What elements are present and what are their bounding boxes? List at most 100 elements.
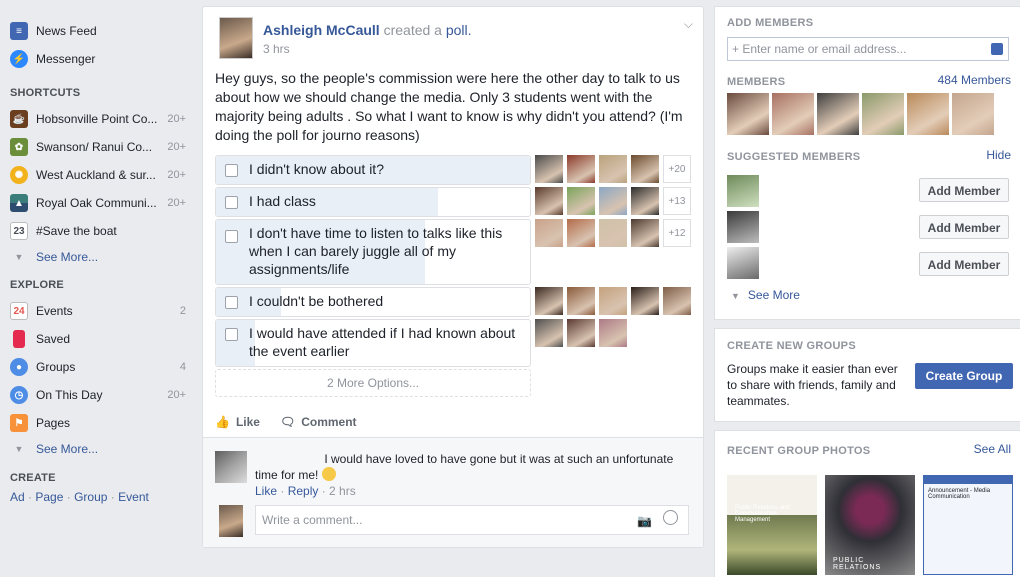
create-heading: CREATE — [10, 472, 56, 484]
member-photos — [727, 93, 994, 135]
create-page-link[interactable]: Page — [35, 490, 63, 504]
voter-avatar[interactable] — [567, 187, 595, 215]
voter-avatar[interactable] — [535, 155, 563, 183]
shortcut-swanson[interactable]: ✿ Swanson/ Ranui Co... 20+ — [10, 136, 186, 158]
members-heading: MEMBERS — [727, 76, 786, 88]
poll-checkbox[interactable] — [225, 230, 238, 243]
shortcut-royal-oak[interactable]: ▲ Royal Oak Communi... 20+ — [10, 192, 186, 214]
sunflower-icon: ✺ — [10, 166, 28, 184]
nav-item-pages[interactable]: ⚑ Pages — [10, 412, 186, 434]
create-group-button[interactable]: Create Group — [915, 363, 1013, 389]
voter-avatar[interactable] — [599, 187, 627, 215]
poll-option[interactable]: I didn't know about it? — [215, 155, 531, 185]
voter-avatar[interactable] — [631, 187, 659, 215]
comment-composer[interactable]: 📷 — [255, 505, 689, 535]
voter-avatar[interactable] — [567, 155, 595, 183]
group-photo[interactable]: Public Relations and Communication Manag… — [727, 475, 817, 575]
suggested-see-more[interactable]: ▼ See More — [731, 288, 800, 302]
voter-avatar[interactable] — [663, 287, 691, 315]
group-photo[interactable]: Announcement - Media Communication — [923, 475, 1013, 575]
voter-avatar[interactable] — [599, 319, 627, 347]
post-timestamp[interactable]: 3 hrs — [263, 42, 290, 56]
shortcut-hobsonville[interactable]: ☕ Hobsonville Point Co... 20+ — [10, 108, 186, 130]
voter-avatar[interactable] — [535, 187, 563, 215]
more-voters-count[interactable]: +13 — [663, 187, 691, 215]
create-links: Ad · Page · Group · Event — [10, 490, 149, 504]
nav-item-saved[interactable]: Saved — [10, 328, 186, 350]
voter-avatar[interactable] — [535, 287, 563, 315]
explore-see-more[interactable]: ▼ See More... — [10, 438, 186, 460]
voter-avatar[interactable] — [631, 219, 659, 247]
comment-button[interactable]: 🗨 Comment — [280, 415, 357, 429]
post-options-chevron-icon[interactable]: ⌵ — [684, 17, 693, 32]
nav-item-groups[interactable]: ● Groups 4 — [10, 356, 186, 378]
shortcut-save-the-boat[interactable]: 23 #Save the boat — [10, 220, 186, 242]
shortcuts-see-more[interactable]: ▼ See More... — [10, 246, 186, 268]
hide-link[interactable]: Hide — [986, 148, 1011, 162]
poll-checkbox[interactable] — [225, 296, 238, 309]
more-voters-count[interactable]: +20 — [663, 155, 691, 183]
comment-input[interactable] — [256, 506, 628, 534]
voter-faces — [535, 319, 627, 347]
create-event-link[interactable]: Event — [118, 490, 149, 504]
poll-option[interactable]: I couldn't be bothered — [215, 287, 531, 317]
add-member-button[interactable]: Add Member — [919, 215, 1009, 239]
poll-link[interactable]: poll. — [446, 22, 472, 38]
like-button[interactable]: 👍 Like — [215, 415, 260, 429]
add-member-button[interactable]: Add Member — [919, 178, 1009, 202]
emoji-picker-icon[interactable] — [663, 510, 678, 525]
more-options-button[interactable]: 2 More Options... — [215, 369, 531, 397]
voter-avatar[interactable] — [567, 219, 595, 247]
voter-avatar[interactable] — [631, 287, 659, 315]
comment-like-link[interactable]: Like — [255, 484, 277, 498]
member-avatar[interactable] — [952, 93, 994, 135]
member-avatar[interactable] — [862, 93, 904, 135]
thumbs-up-icon: 👍 — [215, 415, 230, 429]
comment-bubble-icon: 🗨 — [279, 415, 296, 429]
more-voters-count[interactable]: +12 — [663, 219, 691, 247]
create-ad-link[interactable]: Ad — [10, 490, 25, 504]
poll-checkbox[interactable] — [225, 196, 238, 209]
add-member-button[interactable]: Add Member — [919, 252, 1009, 276]
voter-avatar[interactable] — [535, 319, 563, 347]
group-photo[interactable]: PUBLIC RELATIONS — [825, 475, 915, 575]
voter-avatar[interactable] — [599, 219, 627, 247]
member-avatar[interactable] — [772, 93, 814, 135]
comment-reply-link[interactable]: Reply — [288, 484, 319, 498]
commenter-avatar[interactable] — [215, 451, 247, 483]
create-groups-card: CREATE NEW GROUPS Groups make it easier … — [714, 328, 1020, 422]
voter-avatar[interactable] — [567, 319, 595, 347]
poll-checkbox[interactable] — [225, 328, 238, 341]
author-avatar[interactable] — [219, 17, 253, 59]
members-count-link[interactable]: 484 Members — [938, 73, 1011, 87]
member-avatar[interactable] — [727, 93, 769, 135]
nav-item-messenger[interactable]: ⚡ Messenger — [10, 48, 186, 70]
poll-option[interactable]: I don't have time to listen to talks lik… — [215, 219, 531, 285]
voter-avatar[interactable] — [567, 287, 595, 315]
suggested-member-avatar[interactable] — [727, 247, 759, 279]
poll-checkbox[interactable] — [225, 164, 238, 177]
post-header: Ashleigh McCaull created a poll. — [263, 22, 472, 38]
author-name[interactable]: Ashleigh McCaull — [263, 22, 380, 38]
poll-option[interactable]: I had class — [215, 187, 531, 217]
add-members-input[interactable]: + Enter name or email address... — [727, 37, 1009, 61]
voter-avatar[interactable] — [599, 155, 627, 183]
groups-icon: ● — [10, 358, 28, 376]
nav-item-events[interactable]: 24 Events 2 — [10, 300, 186, 322]
suggested-member-avatar[interactable] — [727, 175, 759, 207]
nav-item-news-feed[interactable]: ≡ News Feed — [10, 20, 186, 42]
shortcut-west-auckland[interactable]: ✺ West Auckland & sur... 20+ — [10, 164, 186, 186]
nav-item-on-this-day[interactable]: ◷ On This Day 20+ — [10, 384, 186, 406]
camera-icon[interactable]: 📷 — [637, 514, 652, 528]
notes-icon[interactable] — [991, 43, 1003, 55]
voter-avatar[interactable] — [535, 219, 563, 247]
member-avatar[interactable] — [817, 93, 859, 135]
see-all-link[interactable]: See All — [974, 442, 1011, 456]
suggested-member-avatar[interactable] — [727, 211, 759, 243]
voter-avatar[interactable] — [599, 287, 627, 315]
create-group-link[interactable]: Group — [74, 490, 107, 504]
poll-option[interactable]: I would have attended if I had known abo… — [215, 319, 531, 367]
member-avatar[interactable] — [907, 93, 949, 135]
voter-avatar[interactable] — [631, 155, 659, 183]
comment-time[interactable]: 2 hrs — [329, 484, 356, 498]
